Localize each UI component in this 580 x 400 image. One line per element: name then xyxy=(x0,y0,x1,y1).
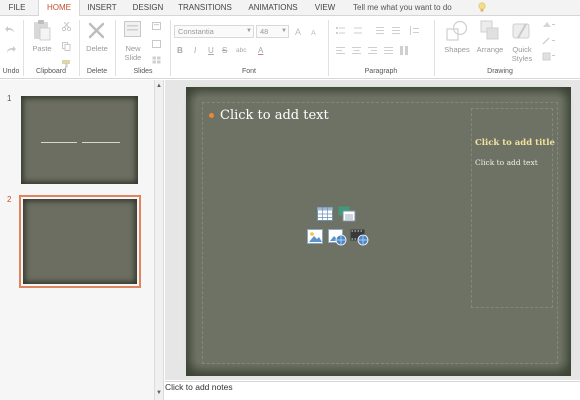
font-name-value: Constantia xyxy=(178,27,214,36)
strikethrough-button[interactable]: S xyxy=(222,46,227,55)
delete-icon[interactable] xyxy=(88,22,105,39)
tab-insert[interactable]: INSERT xyxy=(82,0,122,16)
tab-file[interactable]: FILE xyxy=(0,0,34,16)
section-icon[interactable] xyxy=(152,56,161,64)
group-label-clipboard: Clipboard xyxy=(36,68,66,75)
svg-text:A: A xyxy=(295,27,301,35)
svg-text:A: A xyxy=(311,30,316,35)
shape-effects-icon[interactable] xyxy=(542,52,556,61)
list-buttons-icon[interactable] xyxy=(336,26,426,36)
group-label-slides: Slides xyxy=(133,68,153,75)
lightbulb-icon xyxy=(478,2,486,12)
delete-button[interactable]: Delete xyxy=(81,44,113,53)
tab-view[interactable]: VIEW xyxy=(308,0,342,16)
chevron-down-icon: ▼ xyxy=(246,28,252,34)
font-size-combo[interactable]: 48 ▼ xyxy=(256,25,289,38)
font-color-button[interactable]: A xyxy=(258,46,263,55)
group-label-drawing: Drawing xyxy=(487,68,513,75)
notes-placeholder[interactable]: Click to add notes xyxy=(165,382,233,392)
text-shadow-button[interactable]: abc xyxy=(236,47,246,54)
tab-animations[interactable]: ANIMATIONS xyxy=(240,0,306,16)
slide-thumbnail-2-image xyxy=(23,199,137,284)
insert-table-icon[interactable] xyxy=(317,207,333,221)
undo-icon[interactable] xyxy=(5,25,16,34)
chevron-down-icon: ▼ xyxy=(281,28,287,34)
slide-thumbnail-2-selected[interactable] xyxy=(19,195,141,288)
chevron-down-icon[interactable]: ▼ xyxy=(156,390,162,396)
group-label-paragraph: Paragraph xyxy=(364,68,398,75)
shapes-icon[interactable] xyxy=(446,20,468,42)
redo-icon[interactable] xyxy=(5,45,16,54)
layout-icon[interactable] xyxy=(152,22,161,30)
insert-picture-icon[interactable] xyxy=(307,229,324,245)
copy-icon[interactable] xyxy=(62,42,71,51)
quick-styles-label-line1[interactable]: Quick xyxy=(506,45,538,54)
paste-button[interactable]: Paste xyxy=(27,44,57,53)
arrange-icon[interactable] xyxy=(480,20,500,42)
quick-styles-label-line2[interactable]: Styles xyxy=(506,54,538,63)
cut-icon[interactable] xyxy=(62,22,71,31)
thumbnail-number: 1 xyxy=(7,94,12,103)
tell-me-search[interactable]: Tell me what you want to do xyxy=(349,1,489,15)
thumbnail-title-line xyxy=(41,142,77,143)
notes-scroll[interactable]: ▼ xyxy=(154,386,164,400)
reset-slide-icon[interactable] xyxy=(152,40,161,48)
body-placeholder-text[interactable]: Click to add text xyxy=(220,108,329,123)
slide-thumbnail-1[interactable] xyxy=(21,96,138,184)
ribbon-home: Undo Paste Clipboard Delete Delete New S… xyxy=(0,16,580,79)
bullet-dot xyxy=(209,113,214,118)
format-painter-icon[interactable] xyxy=(62,60,71,68)
italic-button[interactable]: I xyxy=(194,46,196,55)
tab-transitions[interactable]: TRANSITIONS xyxy=(172,0,238,16)
side-title-placeholder[interactable]: Click to add title xyxy=(475,138,555,148)
scroll-up-icon[interactable]: ▲ xyxy=(156,83,162,89)
grow-font-icon[interactable]: A xyxy=(295,26,305,35)
group-label-delete: Delete xyxy=(86,68,108,75)
arrange-button[interactable]: Arrange xyxy=(474,45,506,54)
group-label-font: Font xyxy=(241,68,256,75)
new-slide-label-line2[interactable]: Slide xyxy=(118,53,148,62)
side-text-placeholder[interactable]: Click to add text xyxy=(475,158,538,167)
insert-online-picture-icon[interactable] xyxy=(328,229,347,246)
paste-icon[interactable] xyxy=(33,19,51,41)
quick-styles-icon[interactable] xyxy=(512,20,532,42)
shape-outline-icon[interactable] xyxy=(542,37,556,45)
thumbnail-title-line xyxy=(82,142,120,143)
tab-design[interactable]: DESIGN xyxy=(126,0,170,16)
shrink-font-icon[interactable]: A xyxy=(311,27,320,35)
underline-button[interactable]: U xyxy=(208,46,214,55)
bold-button[interactable]: B xyxy=(177,46,183,55)
insert-video-icon[interactable] xyxy=(350,229,369,246)
font-name-combo[interactable]: Constantia ▼ xyxy=(174,25,254,38)
font-size-value: 48 xyxy=(260,27,269,36)
shape-fill-icon[interactable] xyxy=(542,21,556,29)
tab-home[interactable]: HOME xyxy=(38,0,80,17)
shapes-button[interactable]: Shapes xyxy=(441,45,473,54)
thumbnail-number: 2 xyxy=(7,195,12,204)
ribbon-tab-bar: FILE HOME INSERT DESIGN TRANSITIONS ANIM… xyxy=(0,0,580,17)
group-label-undo: Undo xyxy=(2,68,20,75)
new-slide-label-line1[interactable]: New xyxy=(118,44,148,53)
new-slide-icon[interactable] xyxy=(124,21,141,37)
align-buttons-icon[interactable] xyxy=(336,46,426,56)
insert-chart-icon[interactable] xyxy=(338,206,356,222)
thumbnails-scrollbar[interactable]: ▲ xyxy=(154,80,164,400)
